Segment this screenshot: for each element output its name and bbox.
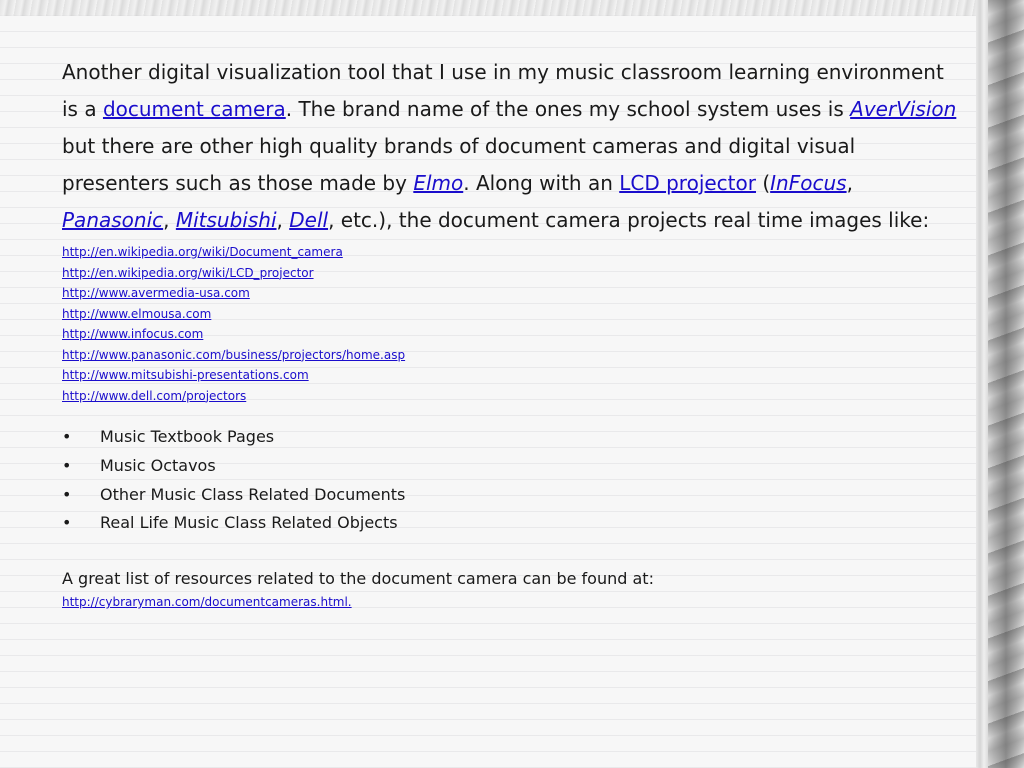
link-dell[interactable]: Dell (289, 208, 328, 232)
top-texture-decoration (0, 0, 1024, 16)
bullet-item: • Music Textbook Pages (62, 423, 962, 452)
bullet-icon: • (62, 427, 72, 446)
url-panasonic[interactable]: http://www.panasonic.com/business/projec… (62, 348, 405, 362)
url-item: http://www.dell.com/projectors (62, 386, 962, 407)
url-lcd-projector-wiki[interactable]: http://en.wikipedia.org/wiki/LCD_project… (62, 266, 314, 280)
url-item: http://en.wikipedia.org/wiki/Document_ca… (62, 242, 962, 263)
slide: Another digital visualization tool that … (0, 0, 1024, 768)
bullet-icon: • (62, 455, 72, 475)
reference-url-list: http://en.wikipedia.org/wiki/Document_ca… (62, 242, 962, 406)
url-item: http://www.mitsubishi-presentations.com (62, 365, 962, 386)
url-document-camera-wiki[interactable]: http://en.wikipedia.org/wiki/Document_ca… (62, 245, 343, 259)
resources-url-line: http://cybraryman.com/documentcameras.ht… (62, 592, 962, 612)
url-elmousa[interactable]: http://www.elmousa.com (62, 307, 211, 321)
url-item: http://www.elmousa.com (62, 304, 962, 325)
bullet-icon: • (62, 513, 72, 533)
link-document-camera[interactable]: document camera (103, 97, 286, 121)
intro-text-2: . The brand name of the ones my school s… (285, 97, 851, 121)
bullet-list: • Music Textbook Pages • Music Octavos • Ot… (62, 423, 962, 538)
resources-text: A great list of resources related to the… (62, 569, 654, 589)
separator: , (163, 208, 176, 232)
url-item: http://www.panasonic.com/business/projec… (62, 345, 962, 366)
link-avervision[interactable]: AverVision (850, 97, 956, 121)
url-dell[interactable]: http://www.dell.com/projectors (62, 389, 246, 403)
bullet-item: • Other Music Class Related Documents (62, 481, 962, 510)
intro-text-6: , etc.), the document camera projects re… (328, 208, 930, 232)
intro-text-4: . Along with an (463, 171, 620, 195)
intro-text-5: ( (755, 171, 771, 195)
bullet-icon: • (62, 484, 72, 504)
url-infocus[interactable]: http://www.infocus.com (62, 327, 203, 341)
separator: , (276, 208, 290, 232)
url-cybraryman[interactable]: http://cybraryman.com/documentcameras.ht… (62, 595, 352, 609)
link-panasonic[interactable]: Panasonic (62, 208, 163, 232)
right-edge-decoration (976, 0, 1024, 768)
separator: , (846, 171, 853, 195)
url-avermedia[interactable]: http://www.avermedia-usa.com (62, 286, 250, 300)
bullet-text: Real Life Music Class Related Objects (100, 513, 398, 533)
url-mitsubishi[interactable]: http://www.mitsubishi-presentations.com (62, 368, 309, 382)
link-elmo[interactable]: Elmo (413, 171, 463, 195)
bullet-text: Other Music Class Related Documents (100, 484, 406, 504)
slide-content: Another digital visualization tool that … (62, 54, 962, 612)
bullet-item: • Music Octavos (62, 452, 962, 481)
intro-paragraph: Another digital visualization tool that … (62, 54, 962, 239)
bullet-text: Music Octavos (100, 455, 216, 475)
url-item: http://www.avermedia-usa.com (62, 283, 962, 304)
link-mitsubishi[interactable]: Mitsubishi (176, 208, 277, 232)
bullet-text: Music Textbook Pages (100, 427, 275, 446)
link-infocus[interactable]: InFocus (770, 171, 846, 195)
url-item: http://en.wikipedia.org/wiki/LCD_project… (62, 263, 962, 284)
url-item: http://www.infocus.com (62, 324, 962, 345)
link-lcd-projector[interactable]: LCD projector (619, 171, 756, 195)
bullet-item: • Real Life Music Class Related Objects (62, 509, 962, 538)
